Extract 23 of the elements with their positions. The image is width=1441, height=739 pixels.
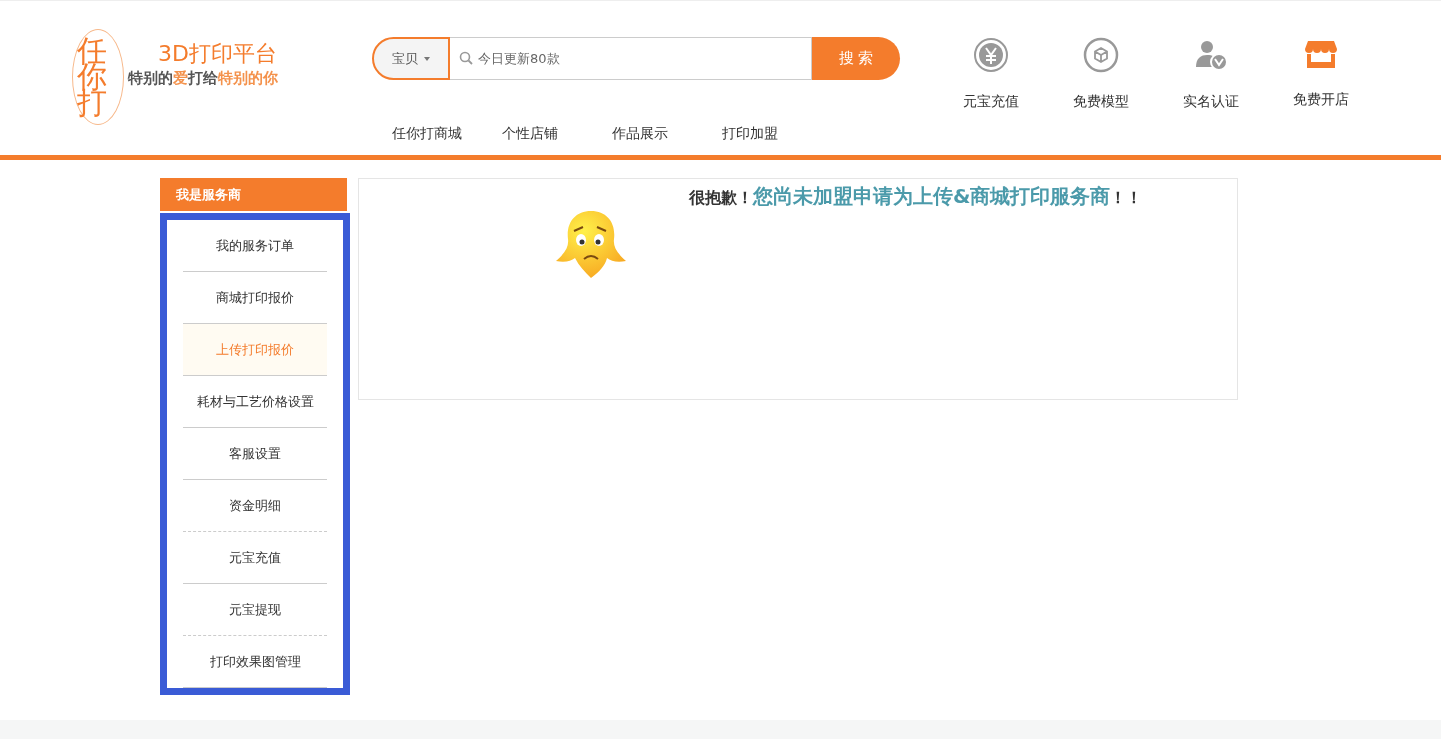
sidebar-item[interactable]: 耗材与工艺价格设置 [183,376,327,428]
quick-link[interactable]: 免费开店 [1266,37,1376,155]
nav-link[interactable]: 任你打商城 [392,125,502,143]
notice-message: 很抱歉！您尚未加盟申请为上传&商城打印服务商！！ [689,183,1143,210]
yen-coin-icon [973,37,1009,73]
nav-link[interactable]: 个性店铺 [502,125,612,143]
sidebar-item[interactable]: 我的服务订单 [183,220,327,272]
sidebar-item[interactable]: 资金明细 [183,480,327,532]
logo-title: 3D打印平台 [158,40,278,68]
sidebar-item[interactable]: 打印效果图管理 [183,636,327,688]
search-field[interactable]: 今日更新80款 [450,37,812,80]
sidebar-item[interactable]: 元宝充值 [183,532,327,584]
quick-link[interactable]: 实名认证 [1156,37,1266,155]
nav-link[interactable]: 作品展示 [612,125,722,143]
quick-link[interactable]: 免费模型 [1046,37,1156,155]
quick-link[interactable]: 元宝充值 [936,37,1046,155]
sidebar-item[interactable]: 元宝提现 [183,584,327,636]
category-dropdown[interactable]: 宝贝 [372,37,450,80]
logo-slogan: 特别的爱打给特别的你 [128,69,278,88]
cube-icon [1083,37,1119,73]
sidebar-title: 我是服务商 [160,178,347,211]
sidebar-item[interactable]: 客服设置 [183,428,327,480]
nav-link[interactable]: 打印加盟 [722,125,832,143]
